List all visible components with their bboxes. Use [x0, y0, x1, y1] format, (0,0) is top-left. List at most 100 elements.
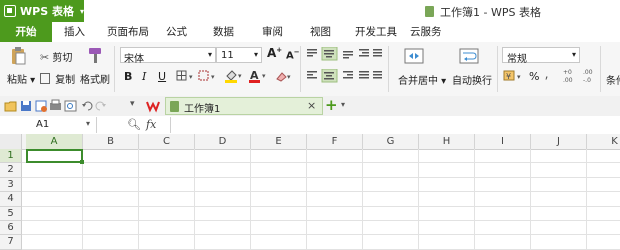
currency-icon[interactable]: ¥ ▾ [503, 68, 525, 84]
window-title-text: 工作簿1 - WPS 表格 [440, 6, 541, 19]
column-header-g[interactable]: G [363, 134, 419, 149]
svg-text:-.0: -.0 [583, 77, 591, 84]
close-tab-icon[interactable]: × [307, 99, 316, 112]
column-header-j[interactable]: J [531, 134, 587, 149]
group-divider [114, 46, 115, 92]
row-header-4[interactable]: 4 [0, 192, 22, 207]
column-header-h[interactable]: H [419, 134, 475, 149]
copy-label: 复制 [55, 75, 76, 86]
decrease-decimal-icon[interactable]: .00 -.0 [582, 67, 598, 85]
tab-page-layout[interactable]: 页面布局 [107, 22, 149, 42]
qat-customize-icon[interactable]: ▾ [130, 99, 135, 109]
row-header-1[interactable]: 1 [0, 149, 22, 164]
vertical-align-buttons [305, 46, 383, 61]
decrease-font-size-icon[interactable]: A− [286, 48, 300, 61]
group-divider [388, 46, 389, 92]
column-header-k[interactable]: K [587, 134, 620, 149]
spreadsheet-doc-icon [425, 6, 434, 17]
row-gridline [22, 176, 620, 178]
border-icon[interactable]: ▾ [176, 70, 196, 82]
fill-handle[interactable] [80, 160, 84, 164]
wrap-text-button[interactable]: 自动换行 [452, 72, 492, 87]
format-painter-icon[interactable] [86, 47, 104, 65]
column-gridline [474, 149, 475, 250]
increase-decimal-icon[interactable]: +0.00 [563, 67, 579, 85]
column-header-c[interactable]: C [139, 134, 195, 149]
thousands-separator-icon[interactable]: ⸴ [545, 66, 548, 84]
percent-button[interactable]: % [529, 70, 539, 83]
column-header-a[interactable]: A [26, 134, 83, 149]
wps-docer-icon[interactable] [146, 99, 160, 113]
zoom-search-icon[interactable]: 🔍︎ [127, 118, 141, 131]
column-gridline [586, 149, 587, 250]
row-gridline [22, 205, 620, 207]
column-gridline [418, 149, 419, 250]
column-header-b[interactable]: B [83, 134, 139, 149]
italic-button[interactable]: I [142, 70, 146, 83]
paste-label: 粘贴 [7, 75, 27, 86]
chevron-down-icon: ▾ [86, 119, 91, 128]
bold-button[interactable]: B [124, 70, 132, 83]
tab-data[interactable]: 数据 [213, 22, 234, 42]
row-header-6[interactable]: 6 [0, 221, 22, 236]
row-header-3[interactable]: 3 [0, 177, 22, 193]
copy-button[interactable]: 复制 [40, 71, 75, 86]
number-format-value: 常规 [507, 54, 527, 65]
name-box[interactable]: A1 ▾ [0, 117, 97, 133]
column-gridline [306, 149, 307, 250]
file-tab[interactable]: 工作簿1 × [165, 97, 323, 115]
tab-start[interactable]: 开始 [0, 22, 52, 42]
svg-text:.00: .00 [583, 69, 593, 76]
number-format-select[interactable]: 常规 ▾ [502, 47, 580, 65]
row-header-2[interactable]: 2 [0, 163, 22, 178]
paste-icon[interactable] [10, 47, 26, 65]
formula-input[interactable] [170, 117, 620, 133]
new-tab-icon[interactable]: + [325, 96, 338, 114]
merge-center-icon[interactable] [404, 47, 424, 65]
font-name-select[interactable]: 宋体 ▾ [120, 47, 216, 65]
font-name-value: 宋体 [124, 54, 144, 65]
column-header-d[interactable]: D [195, 134, 251, 149]
group-divider [600, 46, 601, 92]
column-header-e[interactable]: E [251, 134, 307, 149]
conditional-format-button[interactable]: 条件 [606, 72, 620, 87]
copy-icon [40, 73, 50, 84]
column-header-i[interactable]: I [475, 134, 531, 149]
chevron-down-icon: ▾ [253, 50, 258, 59]
merge-cells-icon[interactable]: ▾ [198, 70, 218, 82]
cut-button[interactable]: ✂ 剪切 [40, 49, 72, 64]
row-header-7[interactable]: 7 [0, 235, 22, 250]
tab-cloud-service[interactable]: 云服务 [410, 22, 442, 42]
tab-developer[interactable]: 开发工具 [355, 22, 397, 42]
font-size-select[interactable]: 11 ▾ [216, 47, 262, 63]
merge-center-button[interactable]: 合并居中 ▾ [398, 72, 446, 87]
column-header-f[interactable]: F [307, 134, 363, 149]
svg-text:▾: ▾ [287, 73, 291, 81]
svg-text:▾: ▾ [262, 72, 266, 80]
row-header-5[interactable]: 5 [0, 206, 22, 221]
tab-view[interactable]: 视图 [310, 22, 331, 42]
tab-review[interactable]: 审阅 [262, 22, 283, 42]
column-gridline [250, 149, 251, 250]
chevron-down-icon: ▾ [571, 50, 576, 59]
wps-app-menu-button[interactable]: WPS 表格 ▾ [0, 0, 84, 22]
wrap-text-icon[interactable] [459, 47, 479, 65]
format-painter-button[interactable]: 格式刷 [80, 71, 110, 86]
svg-text:▾: ▾ [238, 72, 242, 80]
tab-formulas[interactable]: 公式 [166, 22, 187, 42]
chevron-down-icon[interactable]: ▾ [341, 100, 345, 109]
font-size-value: 11 [221, 50, 234, 61]
selected-cell[interactable] [26, 149, 83, 163]
tab-insert[interactable]: 插入 [64, 22, 85, 42]
font-color-icon[interactable]: A ▾ [248, 68, 268, 84]
scissors-icon: ✂ [40, 51, 50, 64]
fill-color-icon[interactable]: ▾ [224, 68, 244, 84]
paste-button[interactable]: 粘贴 ▾ [7, 71, 35, 86]
clear-format-icon[interactable]: ▾ [275, 70, 293, 82]
function-icon[interactable]: fx [146, 118, 156, 131]
svg-text:.00: .00 [563, 77, 573, 84]
underline-button[interactable]: U [158, 70, 166, 83]
group-divider [300, 46, 301, 92]
row-gridline [22, 162, 620, 164]
increase-font-size-icon[interactable]: A+ [267, 46, 282, 60]
